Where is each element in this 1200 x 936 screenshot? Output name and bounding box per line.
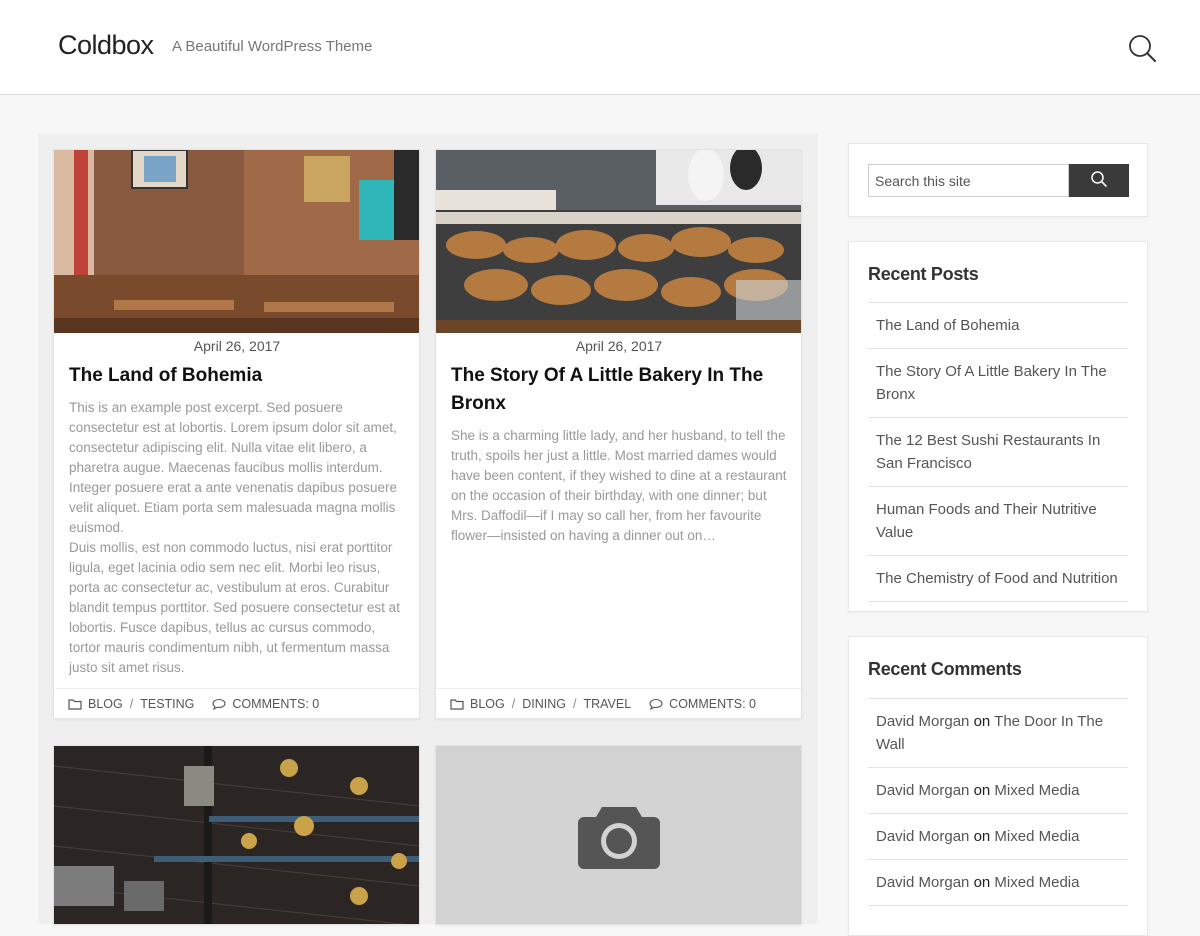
category-link[interactable]: TESTING (140, 697, 194, 711)
sidebar-search-input[interactable] (868, 164, 1069, 197)
site-title[interactable]: Coldbox (58, 30, 154, 61)
excerpt-paragraph: She is a charming little lady, and her h… (451, 428, 787, 543)
search-icon (1090, 170, 1108, 191)
folder-icon (450, 698, 464, 710)
recent-comments-widget: Recent Comments David Morgan on The Door… (848, 636, 1148, 936)
comments-link[interactable]: COMMENTS: 0 (232, 697, 319, 711)
recent-post-link[interactable]: The 12 Best Sushi Restaurants In San Fra… (876, 432, 1100, 472)
category-link[interactable]: BLOG (88, 697, 123, 711)
post-excerpt: This is an example post excerpt. Sed pos… (69, 398, 405, 678)
comment-on-label: on (973, 828, 991, 845)
recent-post-link[interactable]: Human Foods and Their Nutritive Value (876, 501, 1097, 541)
comment-icon (212, 698, 226, 711)
post-meta: BLOG / DINING / TRAVEL COMMENTS: 0 (436, 688, 801, 718)
comment-author[interactable]: David Morgan (876, 874, 969, 891)
comment-post-link[interactable]: Mixed Media (994, 782, 1079, 799)
list-item: David Morgan on Mixed Media (868, 860, 1128, 906)
comment-author[interactable]: David Morgan (876, 713, 969, 730)
separator: / (572, 697, 577, 711)
list-item: The Chemistry of Food and Nutrition (868, 556, 1128, 602)
recent-post-link[interactable]: The Story Of A Little Bakery In The Bron… (876, 363, 1107, 403)
post-thumbnail-placeholder[interactable] (436, 746, 801, 924)
post-thumbnail[interactable] (54, 150, 419, 333)
comment-author[interactable]: David Morgan (876, 828, 969, 845)
site-tagline: A Beautiful WordPress Theme (172, 38, 373, 55)
list-item: David Morgan on Mixed Media (868, 768, 1128, 814)
excerpt-paragraph: This is an example post excerpt. Sed pos… (69, 400, 397, 535)
separator: / (511, 697, 516, 711)
category-link[interactable]: BLOG (470, 697, 505, 711)
comments-link[interactable]: COMMENTS: 0 (669, 697, 756, 711)
post-excerpt: She is a charming little lady, and her h… (451, 426, 787, 546)
list-item: David Morgan on The Door In The Wall (868, 699, 1128, 768)
list-item: Human Foods and Their Nutritive Value (868, 487, 1128, 556)
category-link[interactable]: DINING (522, 697, 566, 711)
comment-on-label: on (973, 782, 991, 799)
recent-comments-list: David Morgan on The Door In The Wall Dav… (868, 698, 1128, 906)
post-thumbnail[interactable] (436, 150, 801, 333)
list-item: David Morgan on Mixed Media (868, 814, 1128, 860)
comment-post-link[interactable]: Mixed Media (994, 828, 1079, 845)
post-card: April 26, 2017 The Story Of A Little Bak… (435, 149, 802, 719)
camera-icon (576, 803, 662, 876)
post-card: April 26, 2017 The Land of Bohemia This … (53, 149, 420, 719)
post-title[interactable]: The Story Of A Little Bakery In The Bron… (451, 362, 787, 418)
comment-on-label: on (973, 874, 991, 891)
search-widget (848, 143, 1148, 217)
category-link[interactable]: TRAVEL (583, 697, 631, 711)
post-thumbnail[interactable] (54, 746, 419, 924)
comment-icon (649, 698, 663, 711)
search-icon[interactable] (1126, 32, 1158, 64)
comment-on-label: on (973, 713, 991, 730)
excerpt-paragraph: Duis mollis, est non commodo luctus, nis… (69, 540, 400, 675)
recent-post-link[interactable]: The Land of Bohemia (876, 317, 1019, 334)
post-grid: April 26, 2017 The Land of Bohemia This … (38, 134, 818, 925)
widget-title: Recent Posts (868, 264, 979, 284)
comment-post-link[interactable]: Mixed Media (994, 874, 1079, 891)
separator: / (129, 697, 134, 711)
folder-icon (68, 698, 82, 710)
comment-author[interactable]: David Morgan (876, 782, 969, 799)
search-button[interactable] (1069, 164, 1129, 197)
post-card (53, 745, 420, 925)
post-date: April 26, 2017 (575, 338, 663, 354)
list-item: The 12 Best Sushi Restaurants In San Fra… (868, 418, 1128, 487)
recent-posts-list: The Land of Bohemia The Story Of A Littl… (868, 302, 1128, 602)
widget-title: Recent Comments (868, 659, 1022, 679)
recent-posts-widget: Recent Posts The Land of Bohemia The Sto… (848, 241, 1148, 612)
site-header: Coldbox A Beautiful WordPress Theme (0, 0, 1200, 95)
post-date: April 26, 2017 (193, 338, 281, 354)
list-item: The Land of Bohemia (868, 303, 1128, 349)
post-meta: BLOG / TESTING COMMENTS: 0 (54, 688, 419, 718)
post-card (435, 745, 802, 925)
post-title[interactable]: The Land of Bohemia (69, 362, 405, 390)
list-item: The Story Of A Little Bakery In The Bron… (868, 349, 1128, 418)
recent-post-link[interactable]: The Chemistry of Food and Nutrition (876, 570, 1118, 587)
